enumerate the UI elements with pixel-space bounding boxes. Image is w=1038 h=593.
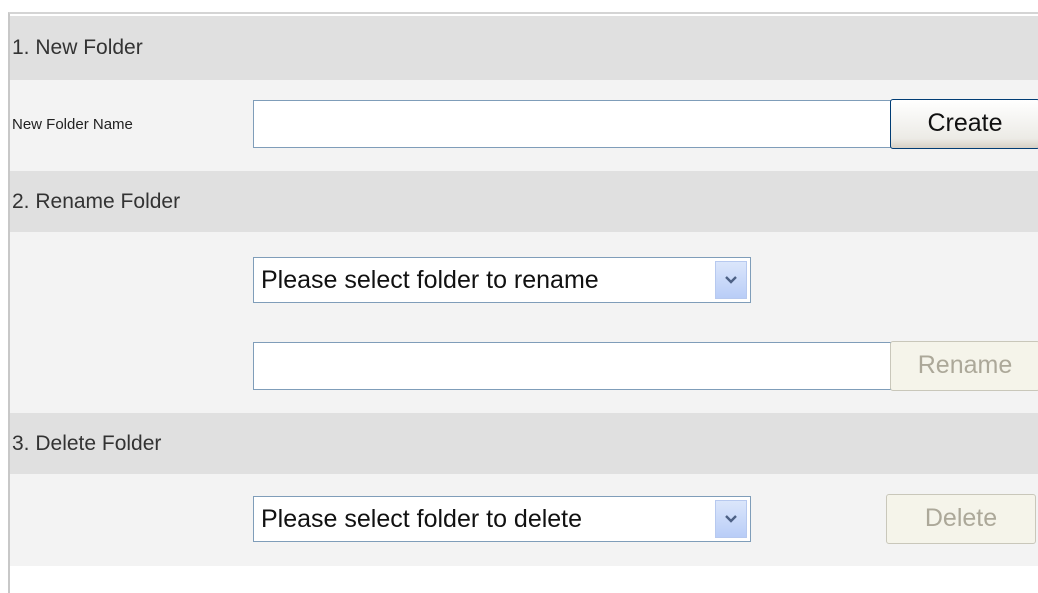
delete-folder-header: 3. Delete Folder — [10, 413, 1038, 474]
rename-folder-header: 2. Rename Folder — [10, 171, 1038, 232]
rename-button[interactable]: Rename — [890, 341, 1038, 391]
new-folder-name-label: New Folder Name — [12, 116, 133, 133]
chevron-down-icon[interactable] — [715, 261, 747, 299]
new-folder-row: New Folder Name Create — [10, 80, 1038, 171]
rename-folder-title: 2. Rename Folder — [12, 189, 181, 213]
rename-folder-select-value: Please select folder to rename — [261, 265, 599, 294]
delete-folder-title: 3. Delete Folder — [12, 431, 162, 455]
new-folder-header: 1. New Folder — [10, 16, 1038, 80]
create-button[interactable]: Create — [890, 99, 1038, 149]
delete-folder-select-value: Please select folder to delete — [261, 504, 583, 533]
folder-management-panel: 1. New Folder New Folder Name Create 2. … — [8, 12, 1038, 593]
delete-folder-select[interactable]: Please select folder to delete — [253, 496, 751, 542]
delete-folder-row: Please select folder to delete Delete — [10, 474, 1038, 566]
new-folder-name-input[interactable] — [253, 100, 891, 148]
rename-folder-new-name-input[interactable] — [253, 342, 891, 390]
rename-folder-select[interactable]: Please select folder to rename — [253, 257, 751, 303]
chevron-down-icon[interactable] — [715, 500, 747, 538]
delete-button[interactable]: Delete — [886, 494, 1036, 544]
new-folder-title: 1. New Folder — [12, 36, 143, 59]
rename-folder-row: Please select folder to rename Rename — [10, 232, 1038, 413]
